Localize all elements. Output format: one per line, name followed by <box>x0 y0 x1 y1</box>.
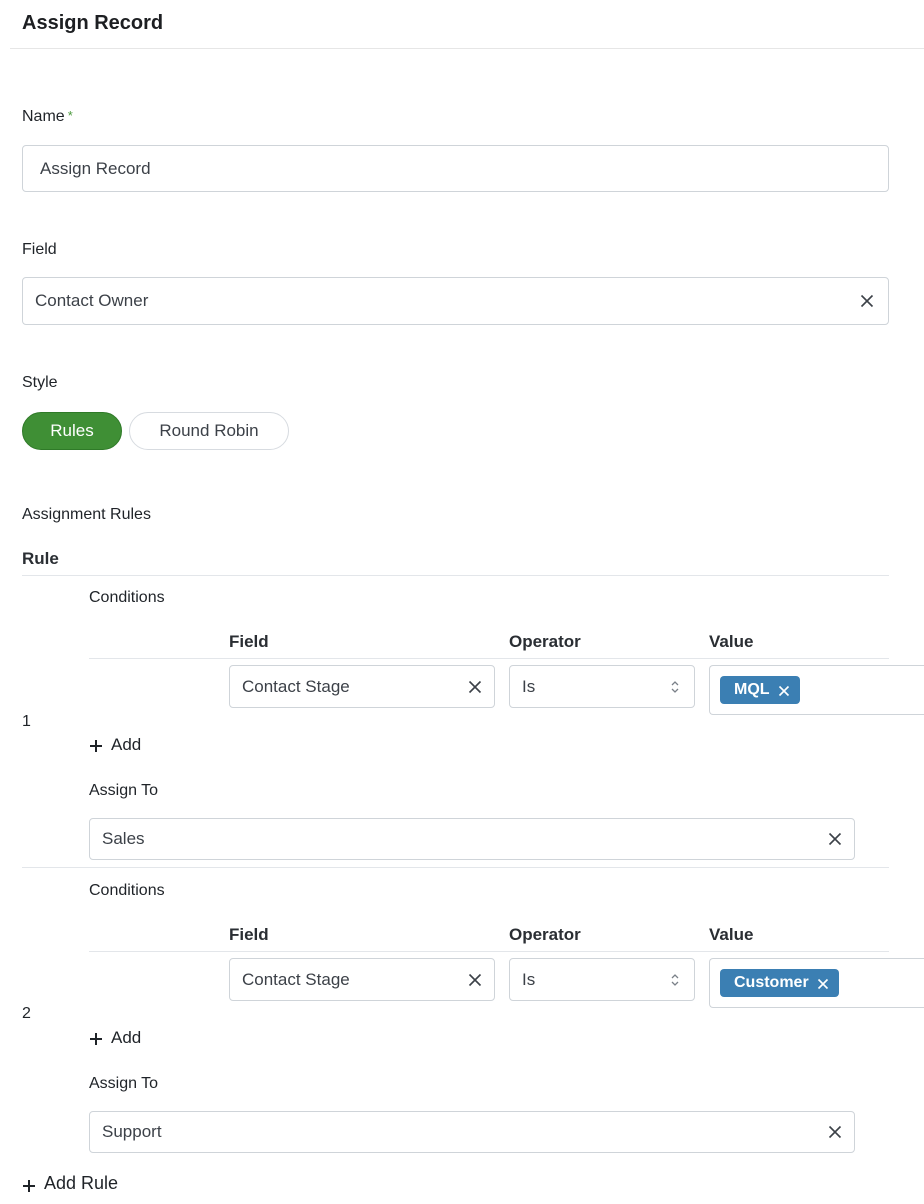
add-condition-button[interactable]: Add <box>89 1028 141 1048</box>
condition-operator-value: Is <box>522 676 536 696</box>
add-condition-label: Add <box>111 735 142 754</box>
value-tag-label: Customer <box>734 974 809 991</box>
rule-number: 2 <box>22 1005 31 1022</box>
name-input-value: Assign Record <box>40 158 151 178</box>
value-tag: Customer <box>720 969 839 997</box>
assign-to-select[interactable]: Sales <box>89 818 855 860</box>
header-divider <box>10 48 924 49</box>
clear-condition-field-icon[interactable] <box>468 973 482 987</box>
conditions-header-divider <box>89 951 889 952</box>
clear-assign-to-icon[interactable] <box>828 1125 842 1139</box>
assign-to-label: Assign To <box>89 782 159 799</box>
conditions-header-divider <box>89 658 889 659</box>
assign-to-label: Assign To <box>89 1075 159 1092</box>
style-option-round-robin[interactable]: Round Robin <box>129 412 289 450</box>
clear-assign-to-icon[interactable] <box>828 832 842 846</box>
assign-to-select[interactable]: Support <box>89 1111 855 1153</box>
rule-divider <box>22 867 889 868</box>
name-label-text: Name <box>22 108 65 125</box>
add-rule-label: Add Rule <box>44 1173 119 1193</box>
value-tag: MQL <box>720 676 800 704</box>
assign-to-value: Support <box>102 1122 162 1141</box>
condition-field-value: Contact Stage <box>242 676 350 696</box>
condition-value-select[interactable]: Customer <box>709 958 924 1008</box>
condition-field-header: Field <box>229 925 269 944</box>
condition-field-select[interactable]: Contact Stage <box>229 665 495 708</box>
condition-value-select[interactable]: MQL <box>709 665 924 715</box>
chevron-up-down-icon <box>668 973 682 987</box>
value-tag-label: MQL <box>734 681 770 698</box>
condition-field-value: Contact Stage <box>242 969 350 989</box>
style-option-rules[interactable]: Rules <box>22 412 122 450</box>
rule-column-header: Rule <box>22 549 59 568</box>
chevron-up-down-icon <box>668 680 682 694</box>
add-condition-button[interactable]: Add <box>89 735 141 755</box>
field-select-value: Contact Owner <box>35 291 149 310</box>
condition-operator-select[interactable]: Is <box>509 665 695 708</box>
condition-operator-header: Operator <box>509 925 581 944</box>
style-label: Style <box>22 374 58 391</box>
remove-tag-icon[interactable] <box>817 977 829 990</box>
page-title: Assign Record <box>22 12 164 34</box>
name-input[interactable]: Assign Record <box>22 145 889 192</box>
condition-value-header: Value <box>709 632 754 651</box>
clear-condition-field-icon[interactable] <box>468 680 482 694</box>
field-label: Field <box>22 241 57 258</box>
clear-field-icon[interactable] <box>860 294 874 308</box>
style-option-rules-label: Rules <box>50 421 94 440</box>
conditions-label: Conditions <box>89 589 165 606</box>
plus-icon <box>22 1177 36 1192</box>
plus-icon <box>89 1031 103 1045</box>
plus-icon <box>89 738 103 752</box>
field-select[interactable]: Contact Owner <box>22 277 889 325</box>
condition-field-header: Field <box>229 632 269 651</box>
conditions-label: Conditions <box>89 882 165 899</box>
name-label: Name * <box>22 108 73 126</box>
condition-operator-header: Operator <box>509 632 581 651</box>
assign-to-value: Sales <box>102 829 145 848</box>
rule-number: 1 <box>22 713 31 730</box>
condition-field-select[interactable]: Contact Stage <box>229 958 495 1001</box>
assignment-rules-label: Assignment Rules <box>22 506 151 523</box>
condition-operator-select[interactable]: Is <box>509 958 695 1001</box>
condition-operator-value: Is <box>522 969 536 989</box>
add-condition-label: Add <box>111 1028 142 1047</box>
condition-value-header: Value <box>709 925 754 944</box>
remove-tag-icon[interactable] <box>778 684 790 697</box>
rules-header-divider <box>22 575 889 576</box>
style-option-round-robin-label: Round Robin <box>159 421 259 440</box>
add-rule-button[interactable]: Add Rule <box>22 1173 118 1194</box>
required-mark: * <box>67 108 73 123</box>
